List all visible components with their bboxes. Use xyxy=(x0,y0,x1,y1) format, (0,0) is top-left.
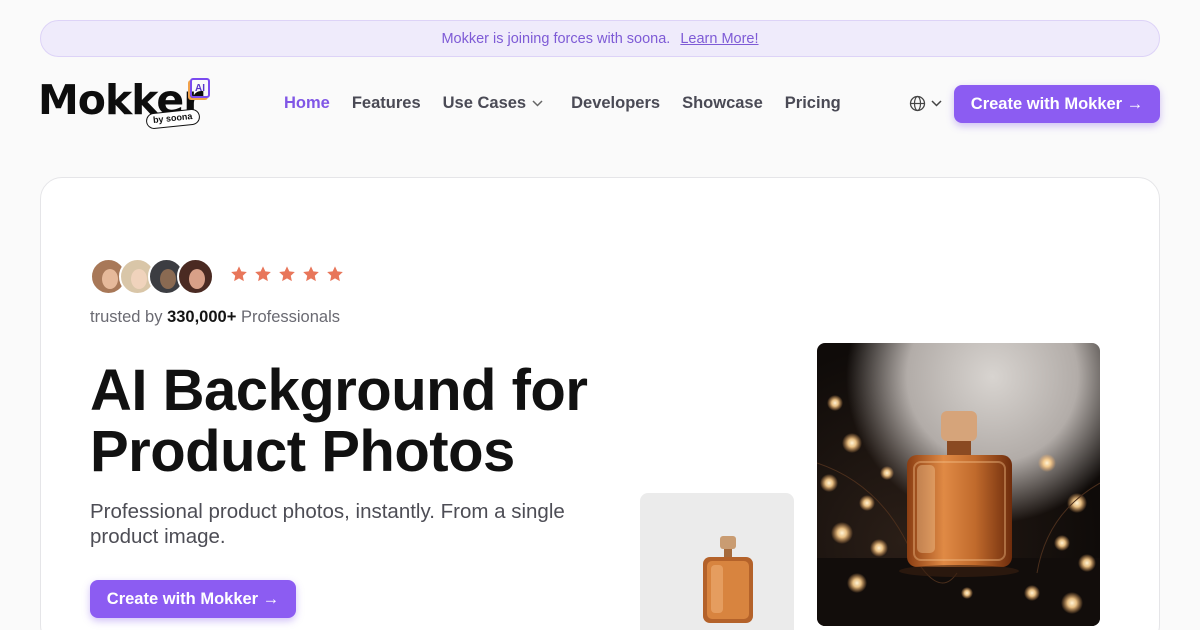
star-icon xyxy=(327,266,343,282)
headline-line-2: Product Photos xyxy=(84,419,521,484)
nav-showcase[interactable]: Showcase xyxy=(682,94,763,113)
ai-badge: AI xyxy=(190,78,210,98)
nav-developers[interactable]: Developers xyxy=(571,94,660,113)
trusted-prefix: trusted by xyxy=(90,308,163,326)
nav-pricing[interactable]: Pricing xyxy=(785,94,841,113)
hero-headline: AI Background for Product Photos xyxy=(84,358,588,484)
nav-use-cases-label: Use Cases xyxy=(442,94,527,112)
nav-pricing-label: Pricing xyxy=(784,94,841,112)
customer-avatars xyxy=(90,258,214,295)
trusted-suffix: Professionals xyxy=(240,308,340,326)
announcement-text: Mokker is joining forces with soona. xyxy=(441,30,671,47)
mokker-logo[interactable]: Mokker AI by soona xyxy=(38,76,218,132)
chevron-down-icon xyxy=(931,100,942,107)
star-icon xyxy=(303,266,319,282)
nav-showcase-label: Showcase xyxy=(682,94,763,112)
nav-home[interactable]: Home xyxy=(284,94,330,113)
nav-features[interactable]: Features xyxy=(352,94,421,113)
announcement-banner: Mokker is joining forces with soona. Lea… xyxy=(40,20,1160,57)
headline-line-1: AI Background for xyxy=(90,358,588,423)
nav-home-label: Home xyxy=(284,94,330,112)
chevron-down-icon xyxy=(532,100,543,107)
main-nav: Home Features Use Cases Developers Showc… xyxy=(284,94,863,113)
product-after-image xyxy=(817,343,1100,626)
avatar xyxy=(177,258,214,295)
nav-use-cases[interactable]: Use Cases xyxy=(443,94,543,113)
nav-features-label: Features xyxy=(351,94,421,112)
star-icon xyxy=(279,266,295,282)
hero-create-button[interactable]: Create with Mokker → xyxy=(90,580,296,618)
product-before-image xyxy=(640,493,794,630)
language-selector[interactable] xyxy=(909,95,942,112)
learn-more-link[interactable]: Learn More! xyxy=(680,31,758,47)
star-icon xyxy=(255,266,271,282)
trusted-by-text: trusted by 330,000+ Professionals xyxy=(90,308,340,327)
nav-developers-label: Developers xyxy=(571,94,661,112)
create-with-mokker-button[interactable]: Create with Mokker → xyxy=(954,85,1160,123)
star-icon xyxy=(231,266,247,282)
globe-icon xyxy=(909,95,926,112)
trusted-count: 330,000+ xyxy=(167,308,237,326)
rating-stars xyxy=(230,265,350,283)
hero-subheadline: Professional product photos, instantly. … xyxy=(90,500,565,548)
